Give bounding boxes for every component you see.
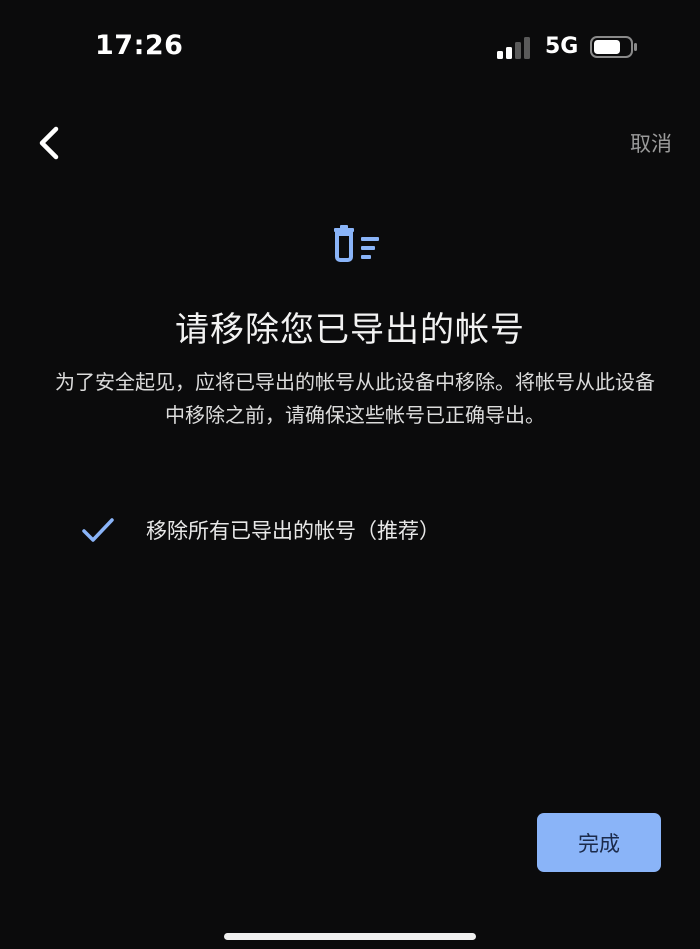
- status-time: 17:26: [95, 30, 184, 61]
- page-title: 请移除您已导出的帐号: [175, 310, 525, 350]
- status-bar: 17:26 5G: [0, 0, 700, 96]
- screen: 17:26 5G 取消 请移除您已导出的帐号 为了安全起见，应将已导出的帐号从此…: [0, 0, 700, 949]
- option-label: 移除所有已导出的帐号（推荐）: [146, 519, 440, 543]
- description-text: 为了安全起见，应将已导出的帐号从此设备中移除。将帐号从此设备中移除之前，请确保这…: [55, 370, 655, 427]
- delete-list-icon: [334, 225, 379, 262]
- cancel-button[interactable]: 取消: [630, 128, 672, 158]
- signal-strength-icon: [497, 37, 530, 59]
- home-indicator[interactable]: [224, 933, 476, 940]
- done-button[interactable]: 完成: [537, 813, 661, 872]
- check-icon: [82, 518, 114, 542]
- battery-icon: [590, 36, 637, 58]
- chevron-left-icon: [39, 126, 59, 160]
- network-type-label: 5G: [545, 34, 579, 59]
- remove-exported-accounts-option[interactable]: 移除所有已导出的帐号（推荐）: [80, 508, 640, 552]
- back-button[interactable]: [26, 118, 72, 168]
